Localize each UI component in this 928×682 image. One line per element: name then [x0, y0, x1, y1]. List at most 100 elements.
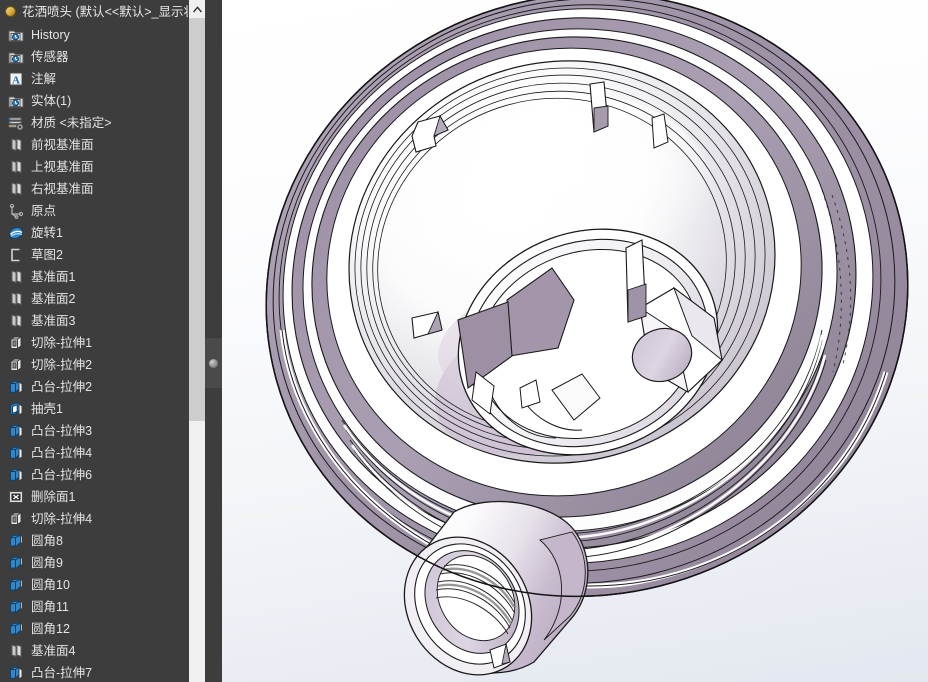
feature-tree-item[interactable]: 基准面4	[0, 640, 205, 662]
feature-tree-item[interactable]: 基准面2	[0, 288, 205, 310]
part-document-icon	[4, 5, 18, 19]
feature-tree-item-label: 草图2	[31, 248, 63, 262]
feature-tree-item[interactable]: 凸台-拉伸3	[0, 420, 205, 442]
part-title-label: 花洒喷头 (默认<<默认>_显示状态 1	[22, 5, 205, 19]
plane-icon	[8, 159, 24, 175]
feature-tree-item[interactable]: 删除面1	[0, 486, 205, 508]
feature-tree-item-label: 基准面2	[31, 292, 76, 306]
cut-extrude-icon	[8, 335, 24, 351]
feature-tree-item[interactable]: 上视基准面	[0, 156, 205, 178]
feature-tree-item-label: 圆角10	[31, 578, 70, 592]
feature-tree-item-label: 材质 <未指定>	[31, 116, 112, 130]
feature-tree-item-label: 凸台-拉伸4	[31, 446, 93, 460]
feature-tree-item-label: 基准面1	[31, 270, 76, 284]
feature-tree-item-label: 基准面3	[31, 314, 76, 328]
sketch-icon	[8, 247, 24, 263]
sensors-folder-icon	[8, 49, 24, 65]
boss-extrude-icon	[8, 423, 24, 439]
feature-tree-item[interactable]: 材质 <未指定>	[0, 112, 205, 134]
feature-tree-scrollbar[interactable]	[188, 0, 205, 682]
plane-icon	[8, 137, 24, 153]
plane-icon	[8, 181, 24, 197]
boss-extrude-icon	[8, 467, 24, 483]
feature-tree-item-label: 切除-拉伸4	[31, 512, 93, 526]
feature-tree-item[interactable]: 前视基准面	[0, 134, 205, 156]
delete-face-icon	[8, 489, 24, 505]
feature-tree-item-label: 凸台-拉伸2	[31, 380, 93, 394]
feature-manager-panel: 花洒喷头 (默认<<默认>_显示状态 1 History 传感器 A 注解实体(1) 材…	[0, 0, 205, 682]
feature-tree-item-label: 圆角9	[31, 556, 63, 570]
feature-tree-item-label: 切除-拉伸2	[31, 358, 93, 372]
cut-extrude-icon	[8, 357, 24, 373]
boss-extrude-icon	[8, 379, 24, 395]
feature-tree-item[interactable]: History	[0, 24, 205, 46]
feature-tree-item-label: 圆角8	[31, 534, 63, 548]
feature-tree-item[interactable]: 圆角10	[0, 574, 205, 596]
feature-tree-item-label: 上视基准面	[31, 160, 94, 174]
feature-tree-item[interactable]: 切除-拉伸1	[0, 332, 205, 354]
feature-tree-item-label: 凸台-拉伸6	[31, 468, 93, 482]
feature-tree-item-label: 凸台-拉伸7	[31, 666, 93, 680]
feature-tree-item[interactable]: 圆角9	[0, 552, 205, 574]
scrollbar-thumb[interactable]	[189, 18, 205, 421]
plane-icon	[8, 291, 24, 307]
feature-tree-item[interactable]: 草图2	[0, 244, 205, 266]
feature-tree-item-label: 切除-拉伸1	[31, 336, 93, 350]
fillet-icon	[8, 533, 24, 549]
boss-extrude-icon	[8, 445, 24, 461]
fillet-icon	[8, 577, 24, 593]
fillet-icon	[8, 555, 24, 571]
solid-bodies-icon	[8, 93, 24, 109]
splitter-handle[interactable]	[205, 338, 222, 388]
boss-extrude-icon	[8, 665, 24, 681]
feature-tree-item-label: 抽壳1	[31, 402, 63, 416]
feature-tree-item-label: 圆角12	[31, 622, 70, 636]
feature-tree-item[interactable]: 凸台-拉伸7	[0, 662, 205, 682]
feature-tree-item-label: 前视基准面	[31, 138, 94, 152]
feature-tree-item[interactable]: 基准面3	[0, 310, 205, 332]
shell-icon	[8, 401, 24, 417]
scrollbar-up-arrow-icon[interactable]	[189, 0, 205, 17]
feature-tree-item[interactable]: 切除-拉伸4	[0, 508, 205, 530]
feature-tree-item[interactable]: 圆角8	[0, 530, 205, 552]
feature-tree-list[interactable]: History 传感器 A 注解实体(1) 材质 <未指定> 前视基准面上视基准面右视基准…	[0, 24, 205, 682]
feature-tree-item[interactable]: 切除-拉伸2	[0, 354, 205, 376]
feature-tree-item[interactable]: 旋转1	[0, 222, 205, 244]
plane-icon	[8, 269, 24, 285]
feature-tree-item-label: 凸台-拉伸3	[31, 424, 93, 438]
feature-tree-item[interactable]: A 注解	[0, 68, 205, 90]
shower-head-3d-model	[245, 0, 923, 676]
feature-tree-item[interactable]: 传感器	[0, 46, 205, 68]
plane-icon	[8, 313, 24, 329]
feature-tree-item[interactable]: 圆角12	[0, 618, 205, 640]
feature-tree-item-label: History	[31, 28, 70, 42]
feature-tree-item[interactable]: 圆角11	[0, 596, 205, 618]
feature-tree-item[interactable]: 抽壳1	[0, 398, 205, 420]
feature-tree-item-label: 旋转1	[31, 226, 63, 240]
feature-tree-item[interactable]: 原点	[0, 200, 205, 222]
feature-tree-item-label: 右视基准面	[31, 182, 94, 196]
feature-tree-root-item[interactable]: 花洒喷头 (默认<<默认>_显示状态 1	[0, 0, 205, 24]
feature-tree-item[interactable]: 基准面1	[0, 266, 205, 288]
fillet-icon	[8, 599, 24, 615]
material-icon	[8, 115, 24, 131]
feature-tree-item-label: 注解	[31, 72, 57, 86]
origin-icon	[8, 203, 24, 219]
feature-tree-item[interactable]: 凸台-拉伸6	[0, 464, 205, 486]
splitter-grip-icon	[209, 358, 218, 368]
feature-tree-item-label: 原点	[31, 204, 57, 218]
feature-tree-item-label: 基准面4	[31, 644, 76, 658]
feature-tree-item[interactable]: 实体(1)	[0, 90, 205, 112]
feature-tree-item[interactable]: 凸台-拉伸4	[0, 442, 205, 464]
feature-tree-item[interactable]: 凸台-拉伸2	[0, 376, 205, 398]
cut-extrude-icon	[8, 511, 24, 527]
history-folder-icon	[8, 27, 24, 43]
feature-tree-item[interactable]: 右视基准面	[0, 178, 205, 200]
svg-text:A: A	[12, 74, 20, 86]
graphics-viewport[interactable]	[222, 0, 928, 682]
annotations-icon: A	[8, 71, 24, 87]
fillet-icon	[8, 621, 24, 637]
feature-tree-item-label: 圆角11	[31, 600, 69, 614]
revolve-icon	[8, 225, 24, 241]
panel-splitter[interactable]	[205, 0, 222, 682]
